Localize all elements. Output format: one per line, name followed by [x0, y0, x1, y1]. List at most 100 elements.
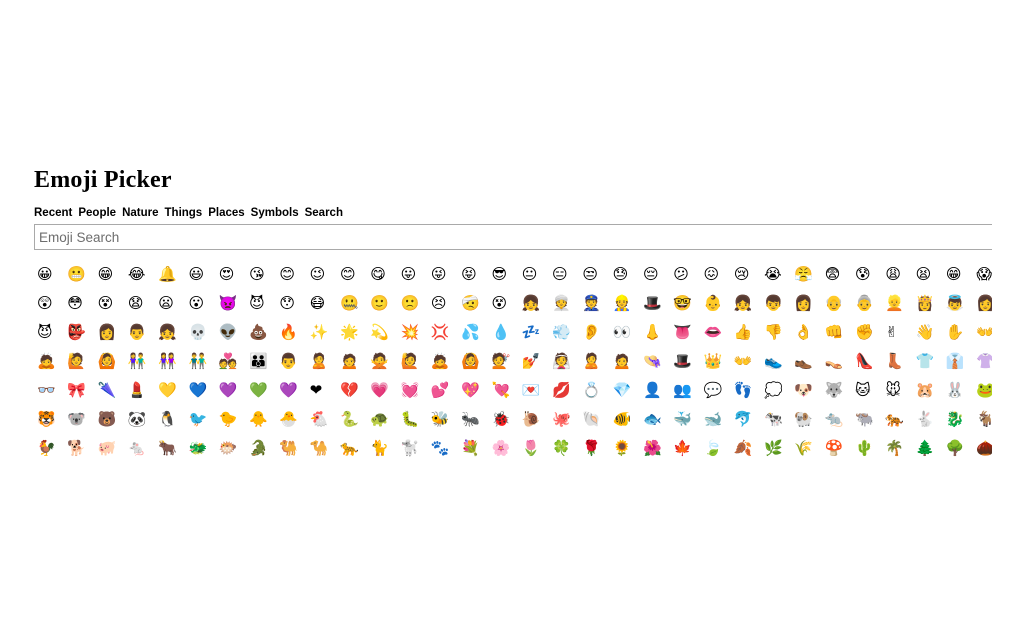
emoji-cell[interactable]: 🐩 — [398, 434, 428, 463]
emoji-cell[interactable]: 💖 — [458, 376, 488, 405]
emoji-cell[interactable]: 🍄 — [822, 434, 852, 463]
emoji-cell[interactable]: 💬 — [701, 376, 731, 405]
emoji-cell[interactable]: 😵 — [95, 289, 125, 318]
emoji-cell[interactable]: 😦 — [155, 289, 185, 318]
emoji-cell[interactable]: 👺 — [64, 318, 94, 347]
emoji-cell[interactable]: 🙎 — [307, 347, 337, 376]
emoji-cell[interactable]: 👫 — [125, 347, 155, 376]
emoji-cell[interactable]: 🍂 — [731, 434, 761, 463]
emoji-cell[interactable]: 😮 — [185, 289, 215, 318]
emoji-cell[interactable]: 👐 — [973, 318, 992, 347]
emoji-cell[interactable]: 💌 — [519, 376, 549, 405]
emoji-cell[interactable]: 😓 — [610, 260, 640, 289]
emoji-cell[interactable]: 👀 — [610, 318, 640, 347]
emoji-cell[interactable]: 😳 — [64, 289, 94, 318]
emoji-cell[interactable]: 🐔 — [307, 405, 337, 434]
emoji-cell[interactable]: 🔔 — [155, 260, 185, 289]
emoji-cell[interactable]: 🐀 — [822, 405, 852, 434]
emoji-cell[interactable]: 🐕 — [64, 434, 94, 463]
emoji-cell[interactable]: 😣 — [428, 289, 458, 318]
tab-search[interactable]: Search — [305, 205, 343, 221]
emoji-cell[interactable]: 😁 — [943, 260, 973, 289]
emoji-cell[interactable]: 🐶 — [791, 376, 821, 405]
emoji-cell[interactable]: 👦 — [761, 289, 791, 318]
emoji-cell[interactable]: 👬 — [185, 347, 215, 376]
emoji-cell[interactable]: 👢 — [882, 347, 912, 376]
emoji-cell[interactable]: 😨 — [822, 260, 852, 289]
emoji-cell[interactable]: 🐢 — [367, 405, 397, 434]
emoji-cell[interactable]: 💐 — [458, 434, 488, 463]
emoji-cell[interactable]: 🙇 — [34, 347, 64, 376]
emoji-cell[interactable]: 👋 — [913, 318, 943, 347]
emoji-cell[interactable]: 🐪 — [307, 434, 337, 463]
emoji-cell[interactable]: 💢 — [428, 318, 458, 347]
emoji-cell[interactable]: 🐯 — [34, 405, 64, 434]
emoji-cell[interactable]: 🐸 — [973, 376, 992, 405]
emoji-cell[interactable]: 🐏 — [791, 405, 821, 434]
emoji-cell[interactable]: 😔 — [640, 260, 670, 289]
emoji-cell[interactable]: 💇 — [488, 347, 518, 376]
emoji-cell[interactable]: 💍 — [579, 376, 609, 405]
emoji-cell[interactable]: 😲 — [34, 289, 64, 318]
emoji-cell[interactable]: 🐙 — [549, 405, 579, 434]
emoji-cell[interactable]: 😁 — [95, 260, 125, 289]
emoji-cell[interactable]: 🌾 — [791, 434, 821, 463]
emoji-cell[interactable]: 🌺 — [640, 434, 670, 463]
emoji-cell[interactable]: 🐾 — [428, 434, 458, 463]
emoji-cell[interactable]: 🐍 — [337, 405, 367, 434]
emoji-cell[interactable]: 🐚 — [579, 405, 609, 434]
emoji-cell[interactable]: 🐄 — [761, 405, 791, 434]
emoji-cell[interactable]: 😑 — [549, 260, 579, 289]
emoji-cell[interactable]: 🐅 — [882, 405, 912, 434]
emoji-cell[interactable]: 😢 — [731, 260, 761, 289]
emoji-cell[interactable]: 🎀 — [64, 376, 94, 405]
emoji-cell[interactable]: 👠 — [852, 347, 882, 376]
emoji-cell[interactable]: 🐬 — [731, 405, 761, 434]
emoji-cell[interactable]: 👷 — [610, 289, 640, 318]
emoji-cell[interactable]: 👳 — [549, 289, 579, 318]
emoji-cell[interactable]: 🐇 — [913, 405, 943, 434]
emoji-cell[interactable]: 😯 — [276, 289, 306, 318]
emoji-cell[interactable]: 😍 — [216, 260, 246, 289]
emoji-cell[interactable]: 🌿 — [761, 434, 791, 463]
emoji-cell[interactable]: 🐳 — [670, 405, 700, 434]
emoji-cell[interactable]: 💋 — [549, 376, 579, 405]
emoji-cell[interactable]: 😉 — [307, 260, 337, 289]
emoji-cell[interactable]: 👴 — [822, 289, 852, 318]
emoji-cell[interactable]: 👩 — [95, 318, 125, 347]
emoji-cell[interactable]: 🙅 — [367, 347, 397, 376]
emoji-cell[interactable]: 🐞 — [488, 405, 518, 434]
emoji-cell[interactable]: 👌 — [791, 318, 821, 347]
emoji-cell[interactable]: 💙 — [185, 376, 215, 405]
emoji-cell[interactable]: 🙍 — [337, 347, 367, 376]
emoji-cell[interactable]: 🍀 — [549, 434, 579, 463]
emoji-cell[interactable]: 🐛 — [398, 405, 428, 434]
emoji-cell[interactable]: 🐆 — [337, 434, 367, 463]
emoji-cell[interactable]: 😐 — [519, 260, 549, 289]
emoji-cell[interactable]: 😫 — [913, 260, 943, 289]
tab-recent[interactable]: Recent — [34, 205, 72, 221]
emoji-cell[interactable]: 👍 — [731, 318, 761, 347]
tab-nature[interactable]: Nature — [122, 205, 158, 221]
emoji-cell[interactable]: 🎩 — [640, 289, 670, 318]
emoji-cell[interactable]: 😕 — [670, 260, 700, 289]
emoji-cell[interactable]: 💔 — [337, 376, 367, 405]
emoji-cell[interactable]: ✌ — [882, 318, 912, 347]
emoji-cell[interactable]: 🙋 — [398, 347, 428, 376]
emoji-cell[interactable]: 👭 — [155, 347, 185, 376]
emoji-cell[interactable]: 😵 — [488, 289, 518, 318]
emoji-cell[interactable]: 😂 — [125, 260, 155, 289]
emoji-cell[interactable]: 🐰 — [943, 376, 973, 405]
emoji-cell[interactable]: 👧 — [519, 289, 549, 318]
emoji-cell[interactable]: 💜 — [216, 376, 246, 405]
emoji-cell[interactable]: 🐖 — [95, 434, 125, 463]
emoji-cell[interactable]: 💚 — [246, 376, 276, 405]
emoji-cell[interactable]: 👤 — [640, 376, 670, 405]
emoji-cell[interactable]: 🐈 — [367, 434, 397, 463]
emoji-cell[interactable]: 👼 — [943, 289, 973, 318]
emoji-cell[interactable]: 🌟 — [337, 318, 367, 347]
emoji-cell[interactable]: 🐝 — [428, 405, 458, 434]
emoji-cell[interactable]: 😊 — [276, 260, 306, 289]
emoji-cell[interactable]: 👟 — [761, 347, 791, 376]
emoji-cell[interactable]: ✨ — [307, 318, 337, 347]
